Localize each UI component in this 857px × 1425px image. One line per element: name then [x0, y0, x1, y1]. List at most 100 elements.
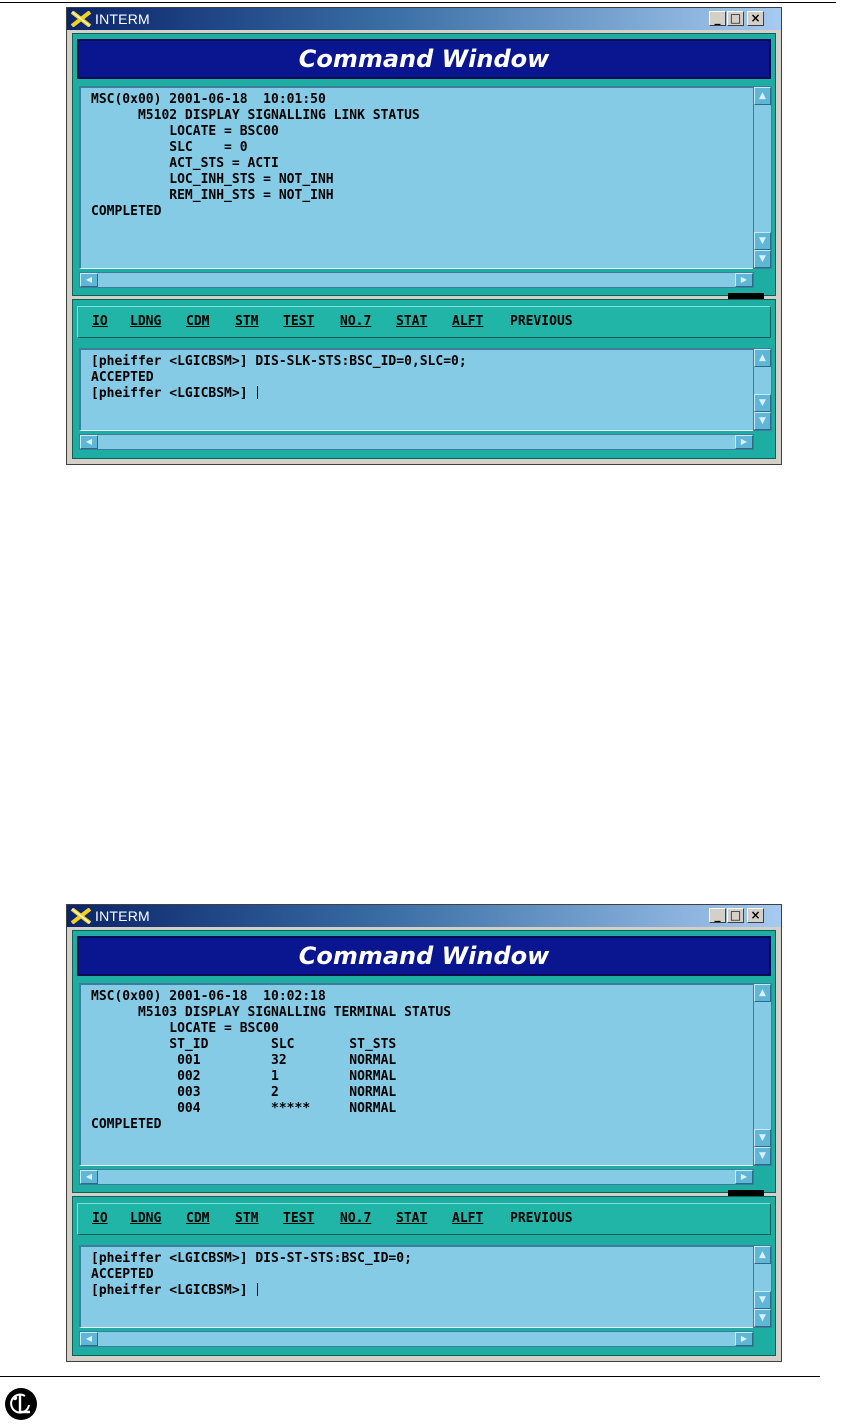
input-horizontal-scrollbar[interactable]: ◀ ▶ [79, 434, 754, 450]
input-vertical-scrollbar[interactable]: ▲ ▼ ▼ [753, 1245, 772, 1328]
prompt-line[interactable]: [pheiffer <LGICBSM>] [91, 386, 467, 402]
window-title: INTERM [95, 11, 150, 27]
command-window-header: Command Window [77, 39, 771, 79]
menu-item-alft[interactable]: ALFT [452, 1211, 483, 1226]
output-line: LOC_INH_STS = NOT_INH [91, 172, 334, 187]
menu-item-stat[interactable]: STAT [396, 314, 427, 329]
output-line: ACT_STS = ACTI [91, 156, 279, 171]
menu-item-stm[interactable]: STM [235, 1211, 258, 1226]
scroll-left-arrow-icon[interactable]: ◀ [80, 435, 98, 449]
close-button[interactable]: × [747, 11, 764, 26]
scroll-left-arrow-icon[interactable]: ◀ [80, 1170, 98, 1184]
input-line: ACCEPTED [91, 1267, 154, 1282]
output-text-area[interactable]: MSC(0x00) 2001-06-18 10:02:18 M5103 DISP… [79, 983, 754, 1166]
output-line: 002 1 NORMAL [91, 1069, 397, 1084]
output-panel: Command Window MSC(0x00) 2001-06-18 10:0… [72, 33, 776, 296]
menu-item-stm[interactable]: STM [235, 314, 258, 329]
page-bottom-rule [0, 1376, 820, 1377]
input-line: [pheiffer <LGICBSM>] DIS-ST-STS:BSC_ID=0… [91, 1251, 412, 1266]
menu-item-cdm[interactable]: CDM [186, 314, 209, 329]
scroll-right-arrow-icon[interactable]: ▶ [735, 273, 753, 287]
command-input-area[interactable]: [pheiffer <LGICBSM>] DIS-SLK-STS:BSC_ID=… [79, 348, 754, 431]
output-line: LOCATE = BSC00 [91, 1021, 279, 1036]
maximize-button[interactable]: □ [727, 11, 744, 26]
scroll-right-arrow-icon[interactable]: ▶ [735, 1170, 753, 1184]
interm-window-2[interactable]: INTERM _ □ × Command Window MSC(0x00) 20… [66, 904, 782, 1362]
input-horizontal-scrollbar[interactable]: ◀ ▶ [79, 1331, 754, 1347]
menu-item-ldng[interactable]: LDNG [130, 1211, 161, 1226]
command-input-area[interactable]: [pheiffer <LGICBSM>] DIS-ST-STS:BSC_ID=0… [79, 1245, 754, 1328]
x-logo-icon [70, 908, 92, 924]
maximize-button[interactable]: □ [727, 908, 744, 923]
menu-item-io[interactable]: IO [92, 314, 108, 329]
scroll-up-arrow-icon[interactable]: ▲ [754, 87, 771, 105]
input-panel: IO LDNG CDM STM TEST NO.7 STAT ALFT PREV… [72, 299, 776, 459]
command-menubar: IO LDNG CDM STM TEST NO.7 STAT ALFT PREV… [77, 306, 771, 338]
scroll-up-arrow-icon[interactable]: ▲ [754, 984, 771, 1002]
close-button[interactable]: × [747, 908, 764, 923]
menu-item-io[interactable]: IO [92, 1211, 108, 1226]
menu-item-previous[interactable]: PREVIOUS [510, 1211, 573, 1226]
command-menubar: IO LDNG CDM STM TEST NO.7 STAT ALFT PREV… [77, 1203, 771, 1235]
scroll-down-arrow-icon[interactable]: ▼ [754, 1309, 771, 1327]
title-bar[interactable]: INTERM _ □ × [67, 8, 781, 30]
minimize-button[interactable]: _ [709, 11, 726, 26]
menu-item-cdm[interactable]: CDM [186, 1211, 209, 1226]
input-line: ACCEPTED [91, 370, 154, 385]
title-bar[interactable]: INTERM _ □ × [67, 905, 781, 927]
text-cursor [257, 1283, 259, 1296]
scroll-down-arrow-icon[interactable]: ▼ [754, 394, 771, 412]
x-logo-icon [70, 11, 92, 27]
text-cursor [257, 386, 259, 399]
menu-item-no7[interactable]: NO.7 [340, 314, 371, 329]
scroll-down-arrow-icon[interactable]: ▼ [754, 250, 771, 268]
output-vertical-scrollbar[interactable]: ▲ ▼ ▼ [753, 86, 772, 269]
output-line: 004 ***** NORMAL [91, 1101, 397, 1116]
scroll-left-arrow-icon[interactable]: ◀ [80, 1332, 98, 1346]
interm-window-1[interactable]: INTERM _ □ × Command Window MSC(0x00) 20… [66, 7, 782, 465]
scroll-left-arrow-icon[interactable]: ◀ [80, 273, 98, 287]
output-vertical-scrollbar[interactable]: ▲ ▼ ▼ [753, 983, 772, 1166]
menu-item-ldng[interactable]: LDNG [130, 314, 161, 329]
output-horizontal-scrollbar[interactable]: ◀ ▶ [79, 1169, 754, 1185]
menu-item-stat[interactable]: STAT [396, 1211, 427, 1226]
output-line: SLC = 0 [91, 140, 248, 155]
scroll-down-arrow-icon[interactable]: ▼ [754, 412, 771, 430]
minimize-button[interactable]: _ [709, 908, 726, 923]
output-line: MSC(0x00) 2001-06-18 10:01:50 [91, 92, 326, 107]
prompt-line[interactable]: [pheiffer <LGICBSM>] [91, 1283, 412, 1299]
window-title: INTERM [95, 908, 150, 924]
menu-item-alft[interactable]: ALFT [452, 314, 483, 329]
input-panel: IO LDNG CDM STM TEST NO.7 STAT ALFT PREV… [72, 1196, 776, 1356]
lg-logo-icon [5, 1388, 37, 1420]
menu-item-no7[interactable]: NO.7 [340, 1211, 371, 1226]
menu-item-test[interactable]: TEST [283, 1211, 314, 1226]
scroll-down-arrow-icon[interactable]: ▼ [754, 1129, 771, 1147]
output-line: ST_ID SLC ST_STS [91, 1037, 397, 1052]
output-line: MSC(0x00) 2001-06-18 10:02:18 [91, 989, 326, 1004]
scroll-down-arrow-icon[interactable]: ▼ [754, 232, 771, 250]
output-line: M5102 DISPLAY SIGNALLING LINK STATUS [91, 108, 420, 123]
output-line: 001 32 NORMAL [91, 1053, 397, 1068]
scroll-up-arrow-icon[interactable]: ▲ [754, 1246, 771, 1264]
output-line: M5103 DISPLAY SIGNALLING TERMINAL STATUS [91, 1005, 452, 1020]
output-line: REM_INH_STS = NOT_INH [91, 188, 334, 203]
input-line: [pheiffer <LGICBSM>] DIS-SLK-STS:BSC_ID=… [91, 354, 467, 369]
output-text-area[interactable]: MSC(0x00) 2001-06-18 10:01:50 M5102 DISP… [79, 86, 754, 269]
output-line: LOCATE = BSC00 [91, 124, 279, 139]
output-panel: Command Window MSC(0x00) 2001-06-18 10:0… [72, 930, 776, 1193]
scroll-down-arrow-icon[interactable]: ▼ [754, 1291, 771, 1309]
command-window-header: Command Window [77, 936, 771, 976]
menu-item-test[interactable]: TEST [283, 314, 314, 329]
menu-item-previous[interactable]: PREVIOUS [510, 314, 573, 329]
output-line: 003 2 NORMAL [91, 1085, 397, 1100]
scroll-right-arrow-icon[interactable]: ▶ [735, 1332, 753, 1346]
page-top-rule [0, 2, 836, 3]
scroll-down-arrow-icon[interactable]: ▼ [754, 1147, 771, 1165]
output-horizontal-scrollbar[interactable]: ◀ ▶ [79, 272, 754, 288]
scroll-up-arrow-icon[interactable]: ▲ [754, 349, 771, 367]
output-line: COMPLETED [91, 204, 162, 219]
output-line: COMPLETED [91, 1117, 162, 1132]
scroll-right-arrow-icon[interactable]: ▶ [735, 435, 753, 449]
input-vertical-scrollbar[interactable]: ▲ ▼ ▼ [753, 348, 772, 431]
